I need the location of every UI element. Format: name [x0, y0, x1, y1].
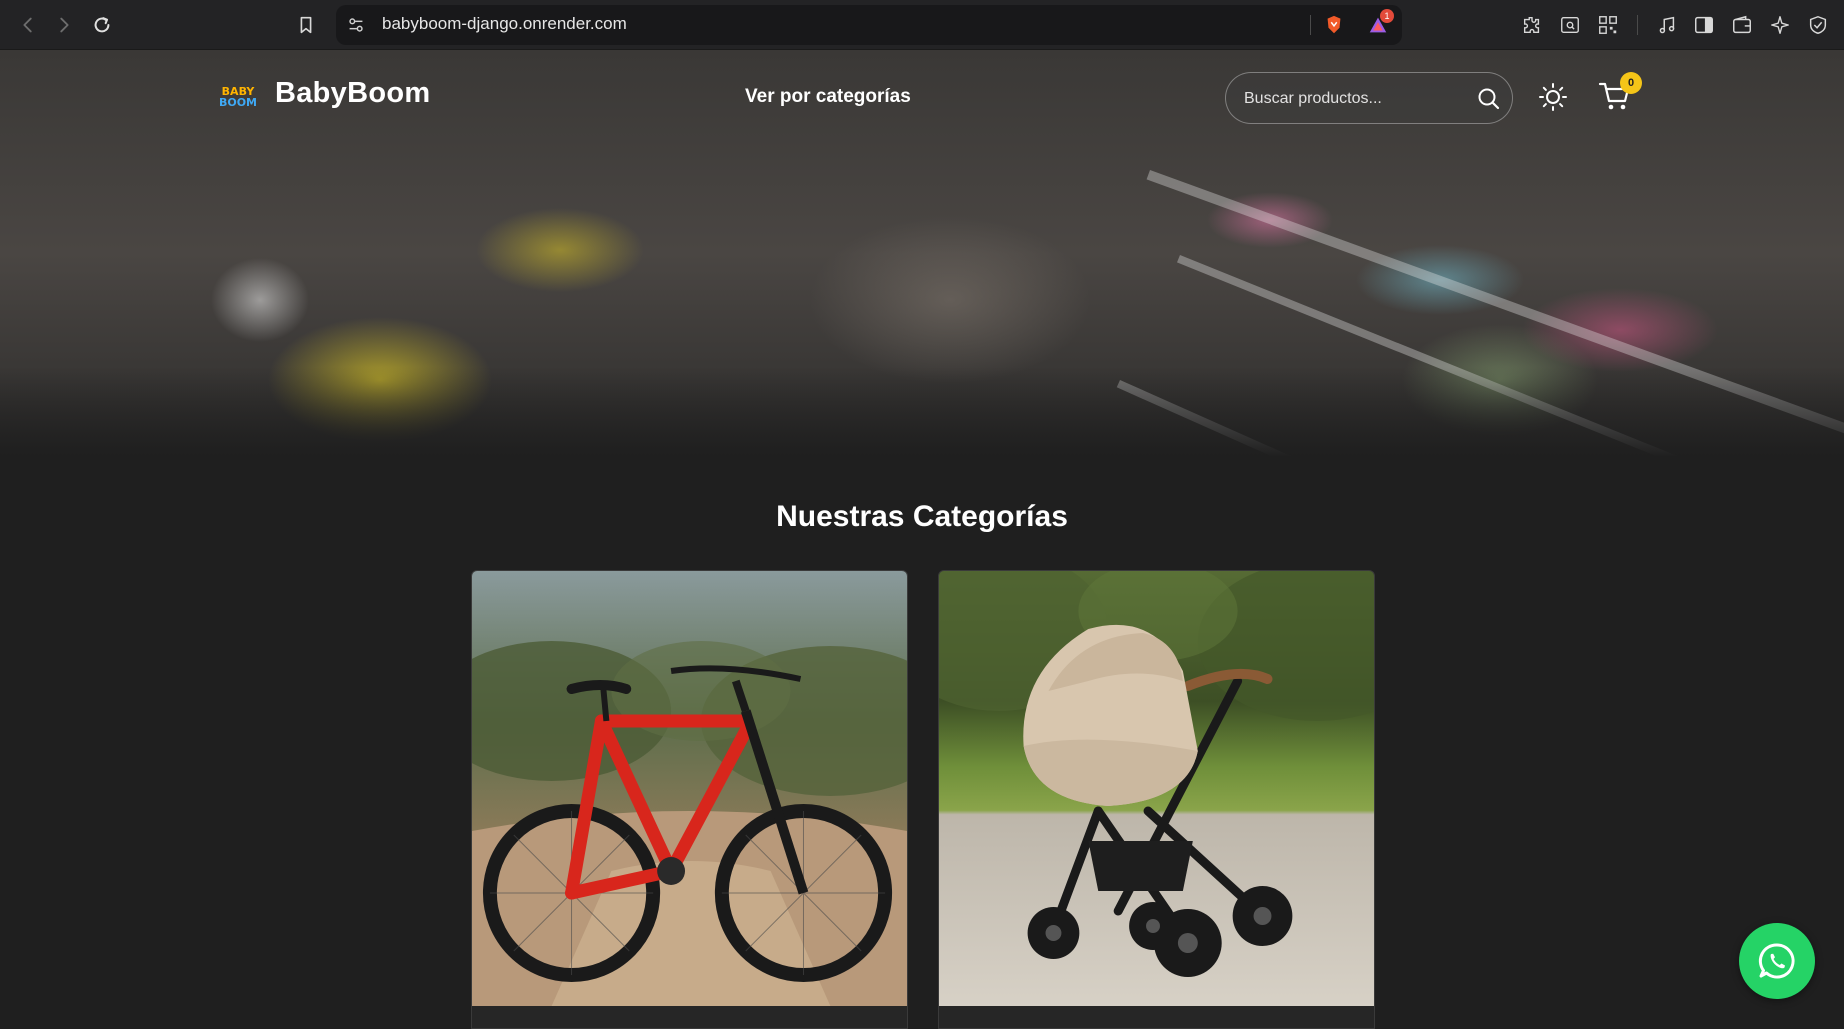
brand-name[interactable]: BabyBoom	[275, 77, 430, 110]
beige-stroller-photo[interactable]	[939, 571, 1374, 1006]
url-text[interactable]: babyboom-django.onrender.com	[382, 14, 627, 34]
back-icon[interactable]	[16, 13, 40, 37]
page-search-icon[interactable]	[1558, 13, 1582, 37]
wallet-icon[interactable]	[1730, 13, 1754, 37]
sidebar-icon[interactable]	[1692, 13, 1716, 37]
site-settings-icon[interactable]	[344, 13, 368, 37]
qr-code-icon[interactable]	[1596, 13, 1620, 37]
red-bicycle-photo[interactable]	[472, 571, 907, 1006]
search-box	[1225, 72, 1513, 124]
logo-line-2: BOOM	[218, 96, 258, 109]
shelf-decoration	[1116, 380, 1632, 457]
whatsapp-button[interactable]	[1739, 923, 1815, 999]
browser-toolbar: babyboom-django.onrender.com 1	[0, 0, 1844, 50]
search-icon[interactable]	[1476, 86, 1502, 112]
shelf-decoration	[1177, 255, 1830, 457]
search-input[interactable]	[1244, 85, 1464, 113]
section-title: Nuestras Categorías	[776, 500, 1068, 533]
whatsapp-icon	[1758, 943, 1795, 979]
category-card-bicycles[interactable]	[471, 570, 908, 1029]
vpn-shield-icon[interactable]	[1806, 13, 1830, 37]
hero-banner: BABY BOOM BabyBoom Ver por categorías 0	[0, 50, 1844, 457]
puzzle-icon[interactable]	[1520, 13, 1544, 37]
address-bar[interactable]: babyboom-django.onrender.com 1	[336, 5, 1402, 45]
shelf-decoration	[1146, 170, 1844, 440]
category-card-footer	[472, 1006, 907, 1028]
category-card-footer	[939, 1006, 1374, 1028]
music-note-icon[interactable]	[1655, 13, 1679, 37]
bookmark-icon[interactable]	[294, 13, 318, 37]
notification-badge: 1	[1380, 9, 1394, 23]
address-divider	[1310, 15, 1311, 35]
sun-icon[interactable]	[1538, 82, 1568, 112]
ai-sparkle-icon[interactable]	[1768, 13, 1792, 37]
forward-icon[interactable]	[52, 13, 76, 37]
cart-count-badge: 0	[1620, 72, 1642, 94]
brand-logo[interactable]: BABY BOOM	[218, 80, 258, 120]
toolbar-divider	[1637, 15, 1638, 35]
nav-categories-link[interactable]: Ver por categorías	[745, 86, 911, 108]
reload-icon[interactable]	[90, 13, 114, 37]
category-card-strollers[interactable]	[938, 570, 1375, 1029]
brave-shield-icon[interactable]	[1322, 13, 1346, 37]
